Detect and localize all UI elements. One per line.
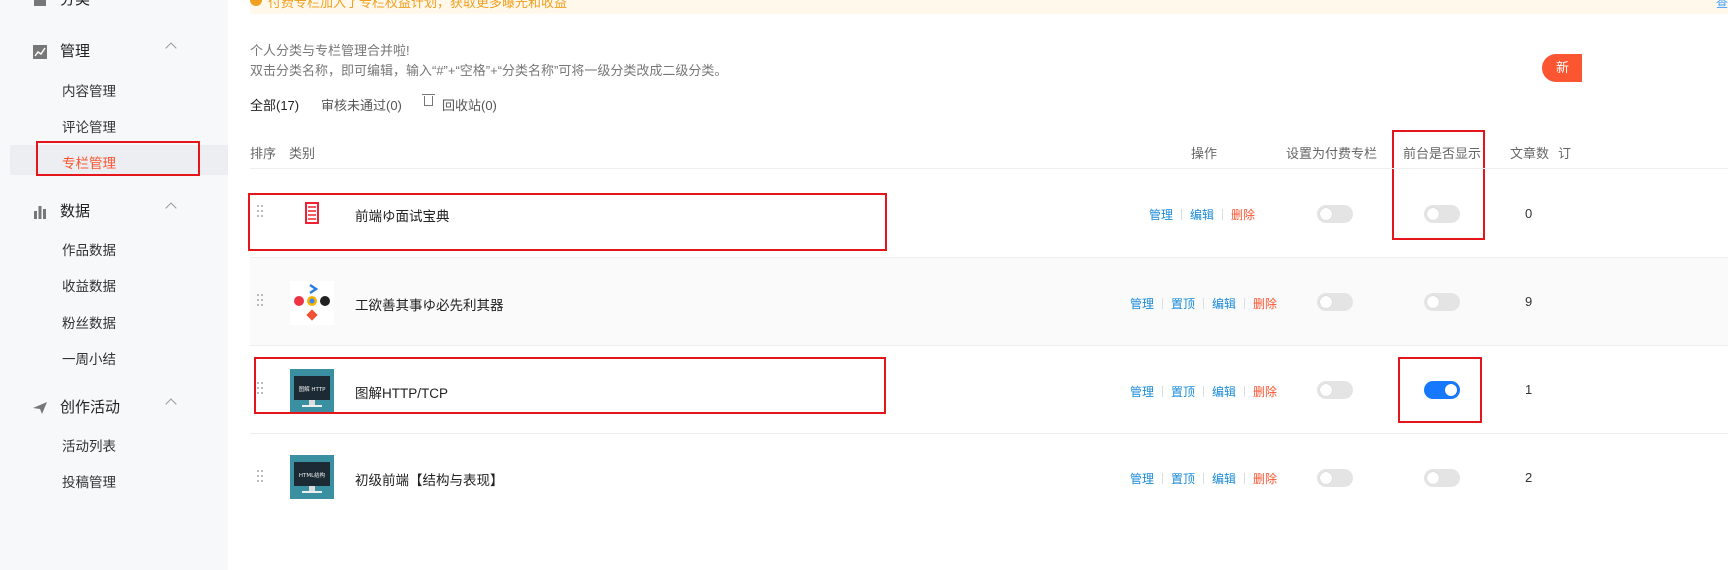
pin-link[interactable]: 置顶 (1171, 383, 1195, 400)
article-count: 1 (1525, 382, 1533, 397)
header-count: 文章数 (1510, 146, 1550, 161)
delete-link[interactable]: 删除 (1253, 470, 1277, 487)
tab-rejected[interactable]: 审核未通过(0) (321, 95, 402, 114)
header-category: 类别 (289, 146, 316, 161)
row-actions: 管理 编辑 删除 (1149, 206, 1255, 223)
sidebar-item-activity-list[interactable]: 活动列表 (62, 435, 116, 455)
drag-handle-icon[interactable] (257, 470, 263, 484)
paid-toggle[interactable] (1317, 293, 1353, 311)
row-actions: 管理 置顶 编辑 删除 (1130, 295, 1277, 312)
sidebar: 分类 管理 内容管理 评论管理 专栏管理 数据 作品数据 收益数据 粉丝数据 一… (0, 0, 228, 570)
sidebar-group-label: 数据 (60, 203, 91, 220)
table-row: HTML结构 初级前端【结构与表现】 管理 置顶 编辑 删除 2 (250, 434, 1728, 522)
article-count: 9 (1525, 294, 1533, 309)
tools-icon (290, 281, 334, 325)
edit-link[interactable]: 编辑 (1212, 383, 1236, 400)
edit-link[interactable]: 编辑 (1212, 470, 1236, 487)
sidebar-group-data[interactable]: 数据 (32, 200, 177, 221)
manage-link[interactable]: 管理 (1130, 470, 1154, 487)
visible-toggle[interactable] (1424, 469, 1460, 487)
column-name[interactable]: 工欲善其事ゆ必先利其器 (355, 294, 504, 314)
chevron-up-icon (165, 202, 177, 214)
pin-link[interactable]: 置顶 (1171, 295, 1195, 312)
drag-handle-icon[interactable] (257, 294, 263, 308)
bar-chart-icon (32, 203, 48, 219)
chevron-up-icon (165, 398, 177, 410)
banner-text: 付费专栏加入了专栏权益计划，获取更多曝光和收益 (268, 0, 568, 10)
delete-link[interactable]: 删除 (1231, 206, 1255, 223)
sidebar-item-works-data[interactable]: 作品数据 (62, 239, 116, 259)
sidebar-item-weekly[interactable]: 一周小结 (62, 348, 116, 368)
new-category-button[interactable]: 新 (1542, 54, 1582, 82)
annotation-box (254, 357, 886, 414)
sidebar-label: 分类 (60, 0, 90, 9)
tab-all[interactable]: 全部(17) (250, 95, 299, 114)
annotation-box (248, 193, 887, 251)
sidebar-group-activity[interactable]: 创作活动 (32, 396, 177, 417)
sidebar-item-submissions[interactable]: 投稿管理 (62, 471, 116, 491)
banner-link[interactable]: 查 (1716, 0, 1728, 11)
hint-line: 双击分类名称，即可编辑，输入“#”+“空格”+“分类名称”可将一级分类改成二级分… (250, 63, 728, 78)
sidebar-group-label: 管理 (60, 43, 91, 60)
sidebar-item-fans-data[interactable]: 粉丝数据 (62, 312, 116, 332)
send-icon (32, 399, 48, 415)
chart-icon (32, 43, 48, 59)
header-extra: 订 (1558, 146, 1572, 161)
delete-link[interactable]: 删除 (1253, 295, 1277, 312)
annotation-box (1398, 357, 1482, 423)
header-paid: 设置为付费专栏 (1286, 146, 1378, 161)
trash-icon (422, 94, 435, 106)
delete-link[interactable]: 删除 (1253, 383, 1277, 400)
article-count: 2 (1525, 470, 1533, 485)
paid-toggle[interactable] (1317, 381, 1353, 399)
edit-link[interactable]: 编辑 (1212, 295, 1236, 312)
chevron-up-icon (165, 42, 177, 54)
visible-toggle[interactable] (1424, 293, 1460, 311)
hint-line: 个人分类与专栏管理合并啦! (250, 43, 410, 58)
row-actions: 管理 置顶 编辑 删除 (1130, 470, 1277, 487)
header-ops: 操作 (1191, 146, 1218, 161)
sidebar-item-income-data[interactable]: 收益数据 (62, 275, 116, 295)
sidebar-group-manage[interactable]: 管理 (32, 40, 177, 61)
tab-recycle-bin[interactable]: 回收站(0) (442, 95, 497, 114)
manage-link[interactable]: 管理 (1130, 295, 1154, 312)
manage-link[interactable]: 管理 (1149, 206, 1173, 223)
sidebar-group-label: 创作活动 (60, 399, 121, 416)
paid-toggle[interactable] (1317, 205, 1353, 223)
edit-link[interactable]: 编辑 (1190, 206, 1214, 223)
column-name[interactable]: 初级前端【结构与表现】 (355, 469, 504, 489)
pin-link[interactable]: 置顶 (1171, 470, 1195, 487)
article-count: 0 (1525, 206, 1533, 221)
home-icon (32, 0, 48, 7)
visible-toggle[interactable] (1424, 205, 1460, 223)
paid-toggle[interactable] (1317, 469, 1353, 487)
annotation-box (36, 141, 200, 176)
sidebar-item-comments[interactable]: 评论管理 (62, 116, 116, 136)
table-row: 工欲善其事ゆ必先利其器 管理 置顶 编辑 删除 9 (250, 258, 1728, 346)
manage-link[interactable]: 管理 (1130, 383, 1154, 400)
notice-banner: 付费专栏加入了专栏权益计划，获取更多曝光和收益 查 (250, 0, 1728, 14)
sidebar-item-content[interactable]: 内容管理 (62, 80, 116, 100)
warning-icon (250, 0, 262, 6)
sidebar-group-category[interactable]: 分类 (32, 0, 90, 9)
monitor-text: HTML结构 (299, 471, 326, 479)
header-sort: 排序 (250, 146, 277, 161)
row-actions: 管理 置顶 编辑 删除 (1130, 383, 1277, 400)
monitor-icon: HTML结构 (290, 455, 334, 499)
